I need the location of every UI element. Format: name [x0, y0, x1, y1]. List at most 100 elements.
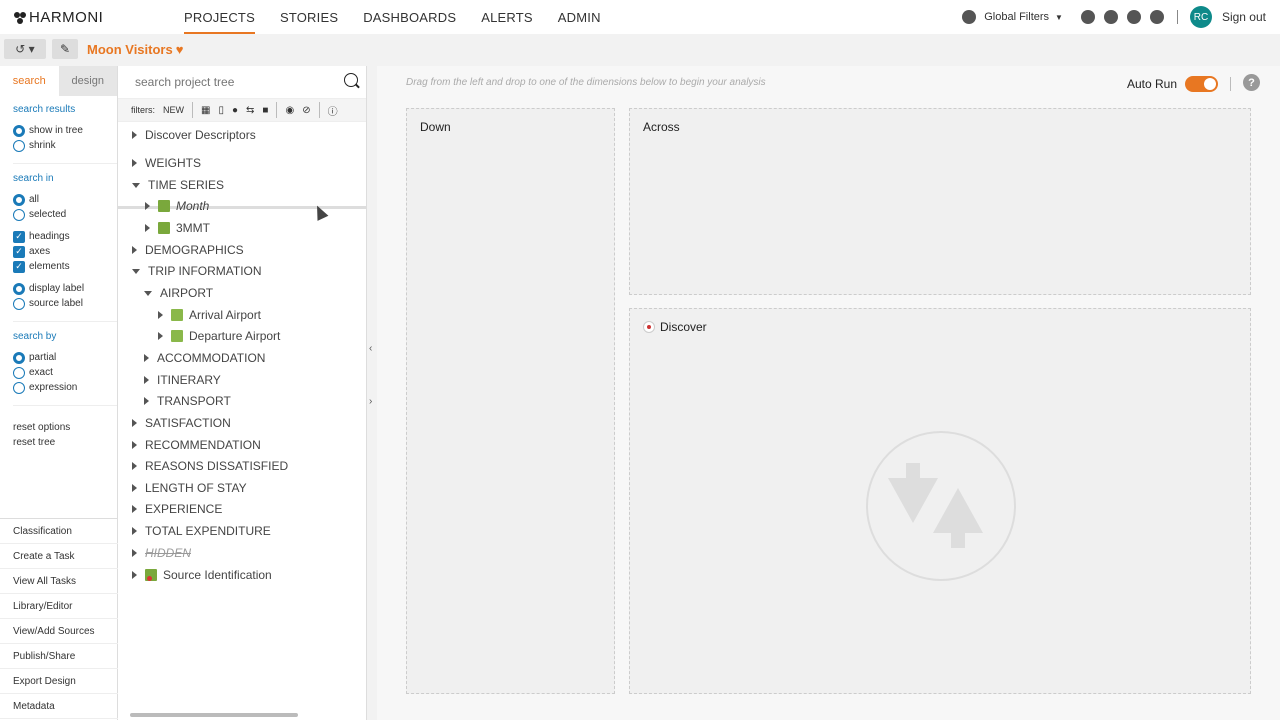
expand-icon[interactable]: [132, 462, 137, 470]
tree-node[interactable]: LENGTH OF STAY: [132, 478, 247, 498]
option-selected[interactable]: selected: [13, 207, 117, 222]
tab-search[interactable]: search: [0, 66, 59, 96]
option-source-label[interactable]: source label: [13, 296, 117, 311]
option-show-in-tree[interactable]: show in tree: [13, 123, 117, 138]
tree-node[interactable]: Departure Airport: [158, 326, 280, 346]
pin-icon[interactable]: ●: [232, 105, 238, 116]
chevron-left-icon[interactable]: ‹: [369, 343, 372, 354]
tree-node[interactable]: AIRPORT: [144, 283, 213, 303]
expand-icon[interactable]: [132, 441, 137, 449]
harmoni-logo[interactable]: HARMONI: [14, 9, 103, 26]
chevron-right-icon[interactable]: ›: [369, 396, 372, 407]
info-icon[interactable]: ⓘ: [328, 103, 338, 118]
tree-node[interactable]: ACCOMMODATION: [144, 348, 265, 368]
panel-splitter[interactable]: [367, 34, 377, 720]
scrollbar-thumb[interactable]: [130, 713, 298, 717]
tree-node[interactable]: Source Identification: [132, 565, 272, 585]
tree-node[interactable]: REASONS DISSATISFIED: [132, 456, 288, 476]
expand-icon[interactable]: [158, 311, 163, 319]
column-icon[interactable]: ▯: [218, 105, 224, 116]
option-axes[interactable]: ✓ axes: [13, 244, 117, 259]
discover-dropzone[interactable]: Discover: [629, 308, 1251, 694]
expand-icon[interactable]: [132, 159, 137, 167]
option-headings[interactable]: ✓ headings: [13, 229, 117, 244]
expand-icon[interactable]: [132, 246, 137, 254]
eye-icon[interactable]: [1080, 10, 1095, 24]
tree-node[interactable]: Arrival Airport: [158, 305, 261, 325]
horizontal-scrollbar[interactable]: [126, 713, 360, 718]
nav-projects[interactable]: PROJECTS: [184, 0, 255, 34]
tree-node[interactable]: WEIGHTS: [132, 153, 201, 173]
help-icon[interactable]: ?: [1243, 74, 1260, 91]
link-publish-share[interactable]: Publish/Share: [0, 644, 118, 669]
tree-node[interactable]: Month: [145, 196, 209, 216]
expand-icon[interactable]: [145, 224, 150, 232]
across-dropzone[interactable]: Across: [629, 108, 1251, 295]
link-metadata[interactable]: Metadata: [0, 694, 118, 719]
link-view-all-tasks[interactable]: View All Tasks: [0, 569, 118, 594]
contrast-icon[interactable]: [1126, 10, 1141, 24]
nav-alerts[interactable]: ALERTS: [481, 0, 533, 34]
nav-admin[interactable]: ADMIN: [558, 0, 601, 34]
help-icon[interactable]: [1149, 10, 1164, 24]
collapse-icon[interactable]: [144, 290, 152, 296]
nav-stories[interactable]: STORIES: [280, 0, 338, 34]
collapse-icon[interactable]: [132, 268, 140, 274]
option-display-label[interactable]: display label: [13, 281, 117, 296]
option-all[interactable]: all: [13, 192, 117, 207]
expand-icon[interactable]: [144, 354, 149, 362]
filter-new[interactable]: NEW: [163, 105, 184, 115]
eye-slash-icon[interactable]: ⊘: [302, 105, 310, 116]
expand-icon[interactable]: [132, 419, 137, 427]
tree-node[interactable]: TIME SERIES: [132, 175, 224, 195]
tree-node-hidden[interactable]: HIDDEN: [132, 543, 191, 563]
eye-icon[interactable]: ◉: [285, 105, 294, 116]
link-classification[interactable]: Classification: [0, 519, 118, 544]
expand-icon[interactable]: [132, 131, 137, 139]
tree-node[interactable]: DEMOGRAPHICS: [132, 240, 244, 260]
sort-icon[interactable]: ⇆: [246, 105, 254, 116]
expand-icon[interactable]: [132, 527, 137, 535]
avatar[interactable]: RC: [1189, 6, 1212, 28]
option-elements[interactable]: ✓ elements: [13, 259, 117, 274]
option-expression[interactable]: expression: [13, 380, 117, 395]
heart-icon[interactable]: ♥: [176, 42, 184, 57]
history-button[interactable]: ↺ ▾: [4, 39, 46, 59]
tree-node[interactable]: TOTAL EXPENDITURE: [132, 521, 271, 541]
tree-node[interactable]: ITINERARY: [144, 370, 221, 390]
grid-icon[interactable]: ▦: [201, 105, 210, 116]
tree-node[interactable]: EXPERIENCE: [132, 499, 222, 519]
tree-node[interactable]: Discover Descriptors: [132, 125, 256, 145]
reset-tree-link[interactable]: reset tree: [13, 437, 117, 452]
expand-icon[interactable]: [158, 332, 163, 340]
tree-node[interactable]: TRIP INFORMATION: [132, 261, 262, 281]
reset-options-link[interactable]: reset options: [13, 422, 117, 437]
collapse-icon[interactable]: [132, 182, 140, 188]
link-export-design[interactable]: Export Design: [0, 669, 118, 694]
search-icon[interactable]: [344, 73, 358, 87]
tree-node[interactable]: 3MMT: [145, 218, 210, 238]
tree-node[interactable]: RECOMMENDATION: [132, 435, 261, 455]
sign-out-link[interactable]: Sign out: [1222, 10, 1266, 24]
link-view-add-sources[interactable]: View/Add Sources: [0, 619, 118, 644]
down-dropzone[interactable]: Down: [406, 108, 615, 694]
tab-design[interactable]: design: [58, 66, 117, 96]
expand-icon[interactable]: [132, 505, 137, 513]
expand-icon[interactable]: [132, 484, 137, 492]
option-shrink[interactable]: shrink: [13, 138, 117, 153]
expand-icon[interactable]: [132, 549, 137, 557]
edit-button[interactable]: ✎: [52, 39, 78, 59]
expand-icon[interactable]: [144, 376, 149, 384]
brain-icon[interactable]: [1103, 10, 1118, 24]
auto-run-toggle[interactable]: [1185, 76, 1218, 92]
expand-icon[interactable]: [132, 571, 137, 579]
link-create-task[interactable]: Create a Task: [0, 544, 118, 569]
expand-icon[interactable]: [145, 202, 150, 210]
option-exact[interactable]: exact: [13, 365, 117, 380]
expand-icon[interactable]: [144, 397, 149, 405]
nav-dashboards[interactable]: DASHBOARDS: [363, 0, 456, 34]
global-filters-button[interactable]: Global Filters ▼: [962, 10, 1063, 24]
tree-node[interactable]: SATISFACTION: [132, 413, 231, 433]
link-library-editor[interactable]: Library/Editor: [0, 594, 118, 619]
tag-icon[interactable]: ■: [262, 105, 268, 116]
